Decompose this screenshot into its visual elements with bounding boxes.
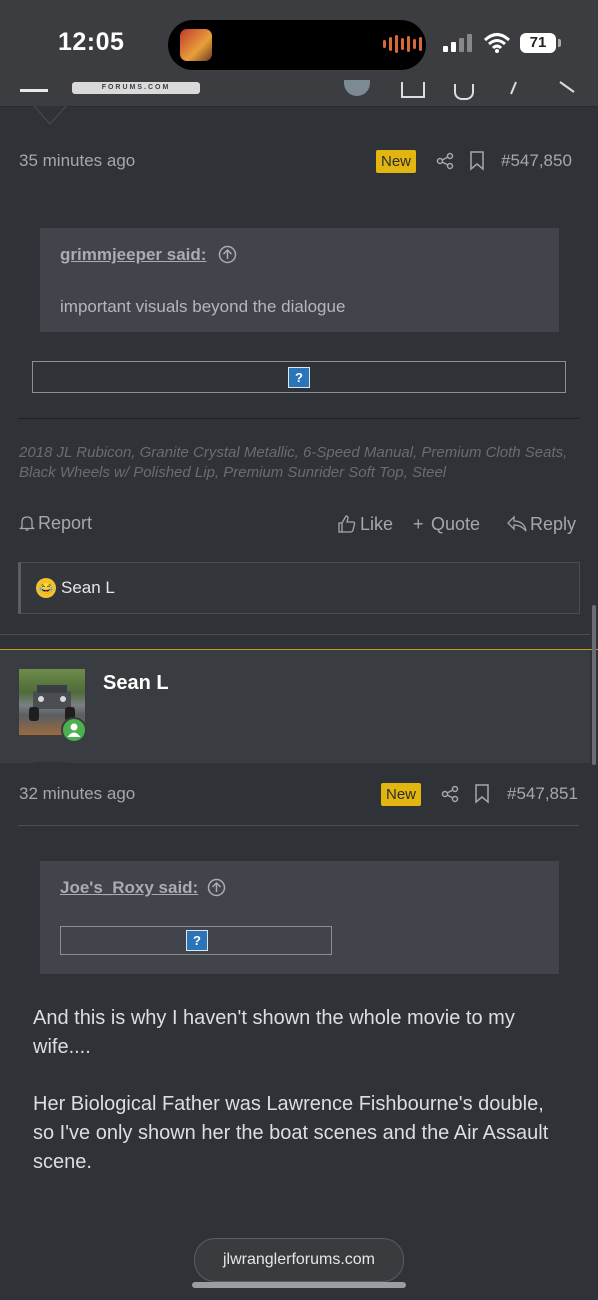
share-icon[interactable]: [441, 785, 459, 803]
signature-text: 2018 JL Rubicon, Granite Crystal Metalli…: [19, 444, 568, 481]
reply-icon: [507, 515, 527, 532]
whats-new-icon[interactable]: [506, 80, 522, 96]
quote-jump-icon[interactable]: [207, 878, 226, 897]
post-timestamp[interactable]: 35 minutes ago: [19, 151, 135, 171]
cellular-signal-icon: [443, 34, 472, 52]
quote-text: important visuals beyond the dialogue: [60, 297, 346, 316]
quote-author-link[interactable]: grimmjeeper said:: [60, 245, 206, 265]
reaction-user[interactable]: Sean L: [61, 578, 115, 598]
menu-icon[interactable]: [20, 89, 48, 92]
signature-divider: [18, 418, 579, 419]
quote-jump-icon[interactable]: [218, 245, 237, 264]
scrollbar[interactable]: [592, 605, 596, 765]
plus-icon: +: [413, 514, 424, 534]
wifi-icon: [483, 33, 511, 53]
post-divider: [0, 634, 590, 635]
thumbs-up-icon: [338, 515, 356, 533]
post-number[interactable]: #547,851: [507, 784, 578, 804]
post-author-header: [0, 650, 590, 763]
bookmark-icon[interactable]: [474, 784, 490, 804]
new-badge: New: [376, 150, 417, 173]
home-indicator[interactable]: [192, 1282, 406, 1288]
status-time: 12:05: [58, 28, 125, 56]
audio-waveform-icon: [383, 35, 422, 53]
like-button[interactable]: Like: [360, 514, 393, 535]
online-status-icon: [61, 717, 87, 743]
bookmark-icon[interactable]: [469, 151, 485, 171]
share-icon[interactable]: [436, 152, 454, 170]
broken-image-icon: ?: [288, 367, 310, 388]
quote-button[interactable]: Quote: [431, 514, 480, 535]
new-badge: New: [381, 783, 422, 806]
laughing-emoji-icon: 😂: [36, 578, 56, 598]
battery-nub: [558, 39, 561, 47]
post-number[interactable]: #547,850: [501, 151, 572, 171]
reply-button[interactable]: Reply: [530, 514, 576, 535]
broken-image-icon: ?: [186, 930, 208, 951]
report-bell-icon: [19, 516, 35, 531]
post-message-paragraph: And this is why I haven't shown the whol…: [33, 1007, 515, 1058]
post-pointer: [34, 762, 66, 763]
post-pointer: [33, 106, 67, 125]
now-playing-artwork: [180, 29, 212, 61]
bell-icon[interactable]: [454, 84, 474, 100]
address-bar[interactable]: jlwranglerforums.com: [194, 1238, 404, 1282]
site-logo[interactable]: FORUMS.COM: [72, 82, 200, 94]
post-timestamp[interactable]: 32 minutes ago: [19, 784, 135, 804]
post-message-paragraph: Her Biological Father was Lawrence Fishb…: [33, 1093, 549, 1173]
battery-indicator: 71: [520, 33, 556, 53]
search-icon[interactable]: [556, 78, 578, 96]
meta-divider: [18, 825, 579, 826]
quote-author-link[interactable]: Joe's_Roxy said:: [60, 878, 198, 898]
report-link[interactable]: Report: [38, 513, 92, 534]
author-username[interactable]: Sean L: [103, 672, 169, 695]
inbox-icon[interactable]: [401, 82, 425, 98]
